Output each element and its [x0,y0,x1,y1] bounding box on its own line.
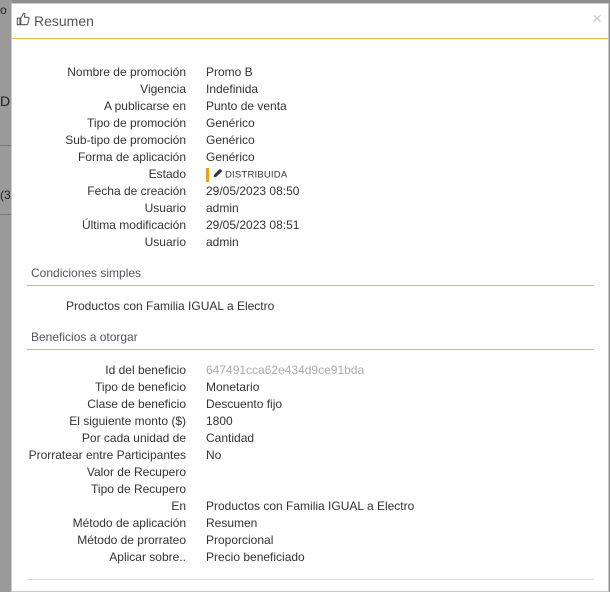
detail-value: Genérico [206,116,255,130]
detail-label: Nombre de promoción [67,65,186,79]
status-badge: DISTRIBUIDA [206,166,287,183]
modal-title-text: Resumen [34,12,94,29]
detail-label: Usuario [144,201,186,215]
benefit-value: Productos con Familia IGUAL a Electro [206,499,415,513]
benefit-row: El siguiente monto ($) 1800 [12,413,610,430]
benefit-label: El siguiente monto ($) [69,414,186,428]
status-text: DISTRIBUIDA [225,169,288,181]
detail-row: A publicarse en Punto de venta [12,98,610,115]
detail-row: Usuario admin [12,234,610,251]
thumbs-up-icon [16,12,34,29]
detail-value: Genérico [206,133,255,147]
background-text-fragment: D [0,93,11,109]
benefit-value: Precio beneficiado [206,550,305,564]
detail-label: Forma de aplicación [77,150,186,164]
detail-value: admin [206,235,239,249]
detail-label: Usuario [144,235,186,249]
benefit-label: Por cada unidad de [81,431,186,445]
benefit-value: Descuento fijo [206,397,283,411]
benefit-row: Método de aplicación Resumen [12,515,610,532]
benefit-row: Método de prorrateo Proporcional [12,532,610,549]
detail-row: Vigencia Indefinida [12,81,610,98]
detail-label: Sub-tipo de promoción [65,133,186,147]
benefit-label: Método de prorrateo [77,533,186,547]
benefit-value: No [206,448,222,462]
benefit-label: Tipo de beneficio [95,380,186,394]
detail-row: Tipo de promoción Genérico [12,115,610,132]
detail-label: A publicarse en [103,99,186,113]
benefit-row: Prorratear entre Participantes No [12,447,610,464]
benefit-id-value: 647491cca62e434d9ce91bda [206,363,365,377]
detail-value: Genérico [206,150,255,164]
detail-value: admin [206,201,239,215]
benefit-label: Prorratear entre Participantes [28,448,186,462]
promotion-details: Nombre de promoción Promo B Vigencia Ind… [12,64,610,251]
detail-value: 29/05/2023 08:50 [206,184,300,198]
modal-title: Resumen [16,12,94,29]
benefit-label: Método de aplicación [72,516,186,530]
benefit-label: Tipo de Recupero [91,482,186,496]
detail-label: Vigencia [140,82,186,96]
benefit-row: Clase de beneficio Descuento fijo [12,396,610,413]
benefit-value: Cantidad [206,431,255,445]
benefit-row: Tipo de beneficio Monetario [12,379,610,396]
detail-row: Forma de aplicación Genérico [12,149,610,166]
benefits-title-text: Beneficios a otorgar [31,330,138,344]
detail-row: Nombre de promoción Promo B [12,64,610,81]
detail-label: Fecha de creación [87,184,186,198]
detail-row: Estado DISTRIBUIDA [12,166,610,183]
detail-label: Última modificación [81,218,186,232]
detail-label: Estado [148,167,186,181]
benefit-label: Id del beneficio [105,363,186,377]
benefit-label: Clase de beneficio [87,397,186,411]
benefit-value: Resumen [206,516,258,530]
conditions-text: Productos con Familia IGUAL a Electro [66,299,275,313]
summary-modal: Resumen × Nombre de promoción Promo B Vi… [11,3,609,592]
background-text-fragment: (3 [0,188,11,202]
benefit-value: Proporcional [206,533,274,547]
detail-value: 29/05/2023 08:51 [206,218,300,232]
detail-label: Tipo de promoción [87,116,186,130]
background-text-fragment: o [0,3,7,17]
pencil-icon [213,167,223,181]
status-bar [206,167,209,182]
detail-row: Última modificación 29/05/2023 08:51 [12,217,610,234]
detail-value: Promo B [206,65,253,79]
modal-header: Resumen × [12,4,608,39]
benefit-label: En [171,499,186,513]
detail-row: Fecha de creación 29/05/2023 08:50 [12,183,610,200]
benefit-row: En Productos con Familia IGUAL a Electro [12,498,610,515]
detail-row: Sub-tipo de promoción Genérico [12,132,610,149]
benefit-row: Por cada unidad de Cantidad [12,430,610,447]
close-button[interactable]: × [592,10,602,27]
benefit-label: Aplicar sobre.. [109,550,186,564]
benefit-row: Aplicar sobre.. Precio beneficiado [12,549,610,566]
benefit-label: Valor de Recupero [86,465,186,479]
detail-row: Usuario admin [12,200,610,217]
detail-value: Indefinida [206,82,259,96]
benefits-section-title: Beneficios a otorgar [27,327,594,350]
detail-value: Punto de venta [206,99,287,113]
benefit-row: Id del beneficio 647491cca62e434d9ce91bd… [12,362,610,379]
benefit-row: Valor de Recupero [12,464,610,481]
benefit-details: Id del beneficio 647491cca62e434d9ce91bd… [12,362,610,566]
benefit-value: 1800 [206,414,233,428]
benefit-value: Monetario [206,380,260,394]
conditions-title-text: Condiciones simples [31,266,142,280]
bottom-divider [27,579,594,580]
conditions-section-title: Condiciones simples [27,263,594,286]
benefit-row: Tipo de Recupero [12,481,610,498]
